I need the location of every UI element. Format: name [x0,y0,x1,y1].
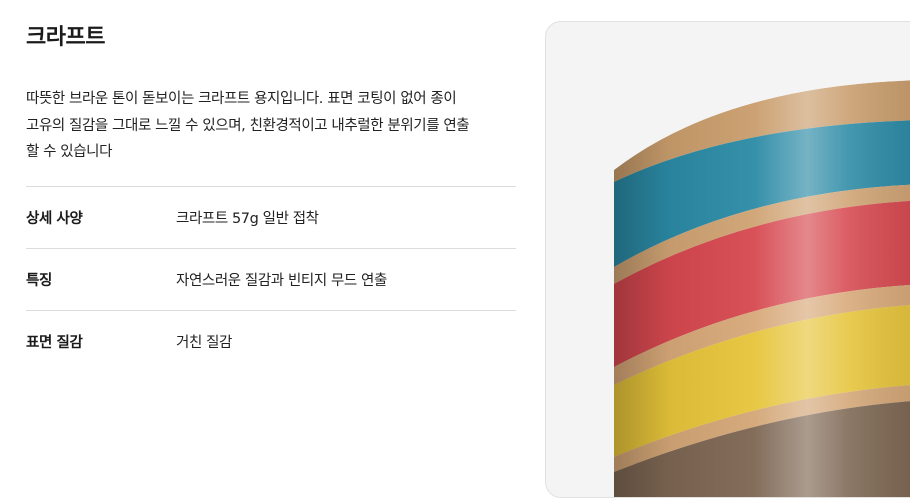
tape-roll-illustration [614,80,910,497]
description-line: 고유의 질감을 그대로 느낄 수 있으며, 친환경적이고 내추럴한 분위기를 연… [26,117,470,134]
spec-table: 상세 사양 크라프트 57g 일반 접착 특징 자연스러운 질감과 빈티지 무드… [26,185,516,372]
spec-label: 특징 [26,272,52,289]
product-info: 크라프트 따뜻한 브라운 톤이 돋보이는 크라프트 용지입니다. 표면 코팅이 … [26,22,516,372]
product-description: 따뜻한 브라운 톤이 돋보이는 크라프트 용지입니다. 표면 코팅이 없어 종이… [26,86,516,166]
spec-label: 상세 사양 [26,210,83,227]
description-line: 할 수 있습니다 [26,144,113,160]
spec-label: 표면 질감 [26,334,83,351]
spec-row-texture: 표면 질감 거친 질감 [26,311,516,372]
description-line: 따뜻한 브라운 톤이 돋보이는 크라프트 용지입니다. 표면 코팅이 없어 종이 [26,91,457,107]
spec-row-detail: 상세 사양 크라프트 57g 일반 접착 [26,187,516,249]
spec-value: 자연스러운 질감과 빈티지 무드 연출 [176,272,387,289]
spec-row-feature: 특징 자연스러운 질감과 빈티지 무드 연출 [26,249,516,311]
spec-value: 거친 질감 [176,334,232,351]
product-title: 크라프트 [26,25,105,50]
product-image [545,21,910,498]
spec-value: 크라프트 57g 일반 접착 [176,210,319,227]
tape-bands [614,80,910,497]
